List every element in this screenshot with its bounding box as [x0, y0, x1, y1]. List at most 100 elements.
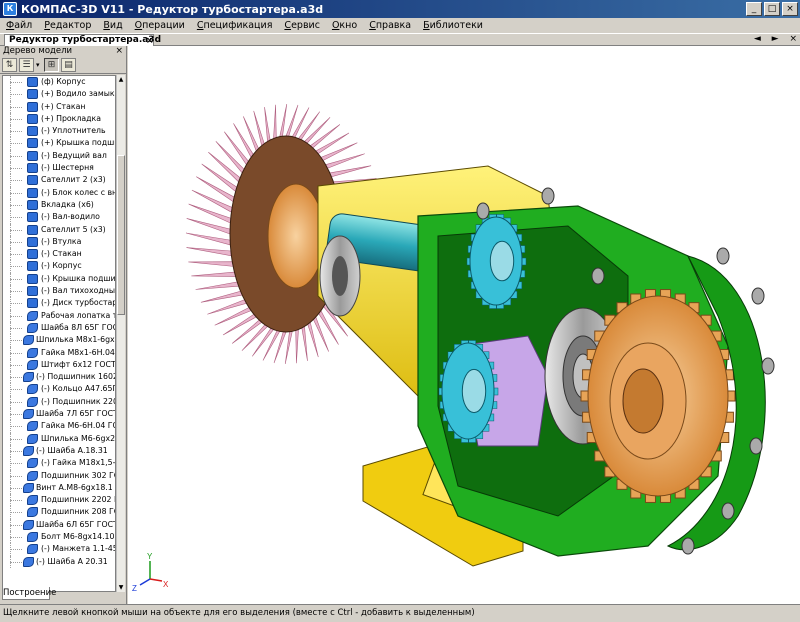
menu-bar: Файл Редактор Вид Операции Спецификация … [0, 18, 800, 34]
tree-item[interactable]: Штифт 6x12 ГОСТ [3, 358, 115, 372]
tree-item[interactable]: Шайба 7Л 65Г ГОСТ [3, 408, 115, 421]
tree-item[interactable]: (-) Втулка [3, 235, 115, 249]
tree-item[interactable]: Шпилька М8x1-6gx [3, 334, 115, 347]
tree-item-label: Болт М6-8gx14.109 [41, 531, 115, 541]
standard-part-icon [27, 433, 38, 444]
menu-operations[interactable]: Операции [129, 20, 191, 31]
menu-libraries[interactable]: Библиотеки [417, 20, 489, 31]
menu-window[interactable]: Окно [326, 20, 363, 31]
tree-item-label: (-) Диск турбостарте [41, 298, 115, 308]
tree-item[interactable]: (-) Гайка М18x1,5-6 [3, 457, 115, 470]
bolt-head [716, 247, 730, 265]
tree-item[interactable]: Гайка М6-6Н.04 ГС [3, 420, 115, 433]
turbine-blade [241, 324, 268, 351]
tree-item[interactable]: Рабочая лопатка т [3, 309, 115, 322]
turbine-blade [264, 106, 271, 142]
planet-gear-upper [466, 214, 527, 309]
tab-construction[interactable]: Построение [2, 587, 56, 600]
tree-item[interactable]: Сателлит 5 (x3) [3, 223, 115, 236]
tree-item[interactable]: (-) Шайба А.18.31 [3, 444, 115, 458]
tree-branch [10, 512, 22, 514]
tree-item[interactable]: (-) Крышка подшипн [3, 272, 115, 286]
tree-filter-icon[interactable]: ▤ [61, 57, 76, 72]
tree-item[interactable]: Сателлит 2 (x3) [3, 174, 115, 187]
part-icon [27, 101, 38, 112]
model-tree-close-icon[interactable]: × [115, 46, 123, 56]
tree-item[interactable]: (ф) Корпус [3, 76, 115, 89]
tree-item[interactable]: Подшипник 302 ГОС [3, 469, 115, 482]
scroll-up-icon[interactable]: ▲ [117, 75, 125, 84]
menu-help[interactable]: Справка [363, 20, 417, 31]
maximize-button[interactable]: □ [764, 2, 780, 16]
tree-branch [10, 414, 22, 416]
tree-item[interactable]: Гайка М8x1-6Н.04 [3, 346, 115, 359]
menu-specification[interactable]: Спецификация [191, 20, 279, 31]
tree-item-label: Рабочая лопатка т [41, 310, 115, 320]
document-tab-close-icon[interactable]: × [146, 36, 154, 46]
tree-structure-icon[interactable]: ⊞ [44, 57, 59, 72]
tree-item[interactable]: Вкладка (x6) [3, 198, 115, 212]
tab-scroll-right-icon[interactable]: ► [772, 34, 779, 44]
tree-item[interactable]: (-) Ведущий вал [3, 149, 115, 163]
kompas-app-icon[interactable]: К [3, 2, 17, 16]
tree-item[interactable]: Подшипник 2202 Г [3, 494, 115, 507]
tree-item[interactable]: (-) Вал тихоходный [3, 285, 115, 298]
scrollbar-thumb[interactable] [117, 155, 125, 315]
menu-view[interactable]: Вид [97, 20, 128, 31]
tab-scroll-left-icon[interactable]: ◄ [754, 34, 761, 44]
model-viewport[interactable]: Y Z X [128, 46, 800, 604]
tree-view-mode-icon[interactable]: ☰ [19, 57, 34, 72]
tree-item[interactable]: (+) Водило замыкающ [3, 88, 115, 101]
tree-item[interactable]: Подшипник 208 ГО [3, 506, 115, 519]
menu-editor[interactable]: Редактор [38, 20, 97, 31]
tree-branch [10, 291, 22, 293]
tree-item-label: Шпилька М8x1-6gx [36, 335, 115, 345]
menu-file[interactable]: Файл [0, 20, 38, 31]
chevron-down-icon[interactable]: ▾ [36, 61, 42, 69]
tree-item[interactable]: Шайба 8Л 65Г ГОСТ [3, 321, 115, 335]
minimize-button[interactable]: _ [746, 2, 762, 16]
tree-branch [10, 315, 22, 317]
model-tree-list[interactable]: (ф) Корпус (+) Водило замыкающ (+) Стакан (… [2, 75, 116, 592]
tree-item[interactable]: (-) Диск турбостарте [3, 297, 115, 310]
tree-item[interactable]: (+) Стакан [3, 100, 115, 113]
turbine-blade [188, 261, 234, 267]
tree-item[interactable]: (-) Блок колес с внут [3, 186, 115, 199]
gear-hub [489, 240, 515, 282]
scroll-down-icon[interactable]: ▼ [117, 583, 125, 592]
tree-item[interactable]: (-) Подшипник 220- [3, 395, 115, 409]
tree-item-label: (+) Крышка подшип [41, 138, 115, 148]
model-tree-scrollbar[interactable]: ▲ ▼ [116, 75, 125, 592]
standard-part-icon [27, 384, 38, 395]
tree-item[interactable]: (-) Шестерня [3, 162, 115, 175]
tree-order-icon[interactable]: ⇅ [2, 57, 17, 72]
assembly-render: Y Z X [132, 103, 775, 593]
tree-branch [10, 303, 22, 305]
tree-item[interactable]: Шайба 6Л 65Г ГОСТ [3, 518, 115, 531]
tree-item[interactable]: (-) Кольцо А47.65Г [3, 383, 115, 396]
part-icon [27, 113, 38, 124]
tree-item[interactable]: (-) Манжета 1.1-45 [3, 543, 115, 556]
tree-item[interactable]: Шпилька М6-6gx25 [3, 432, 115, 445]
tree-item[interactable]: (-) Корпус [3, 260, 115, 273]
document-tab[interactable]: Редуктор турбостартера.a3d × [4, 34, 161, 46]
tree-item[interactable]: (-) Шайба А 20.31 [3, 555, 115, 568]
tree-item-label: Гайка М8x1-6Н.04 [41, 347, 115, 357]
tree-item[interactable]: (+) Прокладка [3, 112, 115, 126]
model-tree-panel: Дерево модели × ⇅ ☰ ▾ ⊞ ▤ (ф) Корпус (+) … [0, 46, 127, 604]
menu-service[interactable]: Сервис [278, 20, 326, 31]
tree-item[interactable]: Винт А.М8-6gx18.1 [3, 481, 115, 495]
tree-item[interactable]: (-) Подшипник 1602 [3, 371, 115, 384]
document-close-icon[interactable]: × [789, 34, 797, 44]
tree-item[interactable]: (-) Вал-водило [3, 211, 115, 224]
tree-item-label: (-) Подшипник 220- [41, 396, 115, 406]
tree-branch [10, 217, 22, 219]
turbine-blade [273, 104, 277, 139]
tree-item-label: Шпилька М6-6gx25 [41, 433, 115, 443]
close-button[interactable]: × [782, 2, 798, 16]
tree-item[interactable]: (-) Уплотнитель [3, 125, 115, 138]
tree-item[interactable]: (+) Крышка подшип [3, 137, 115, 150]
tree-item[interactable]: Болт М6-8gx14.109 [3, 530, 115, 544]
standard-part-icon [27, 347, 38, 358]
tree-item[interactable]: (-) Стакан [3, 248, 115, 261]
